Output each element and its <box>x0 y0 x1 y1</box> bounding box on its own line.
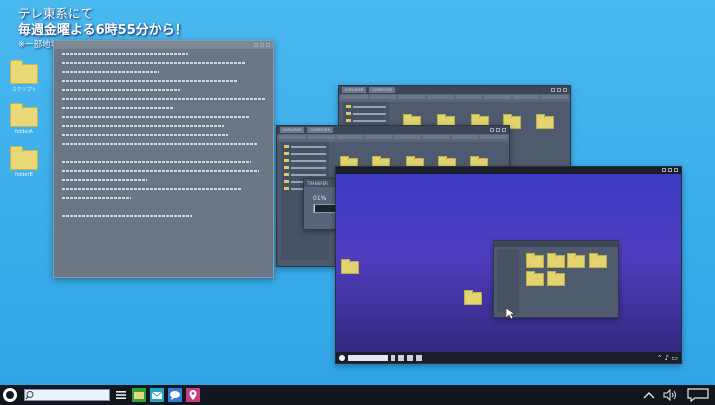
remote-desktop-window[interactable]: ⌃ ♪ ▭ <box>335 166 682 364</box>
sidebar-item[interactable] <box>284 158 326 163</box>
folder-icon <box>547 253 565 268</box>
maximize-icon[interactable] <box>260 43 264 47</box>
folder-icon <box>341 259 359 274</box>
sidebar-item[interactable] <box>284 151 326 156</box>
inner-start-icon[interactable] <box>339 354 345 361</box>
folder-item[interactable] <box>535 114 555 129</box>
text-document-window[interactable] <box>53 40 274 278</box>
inner-file-window[interactable] <box>493 240 619 318</box>
inner-chat-icon[interactable] <box>416 354 422 361</box>
desktop-icon-label: folderA <box>15 129 33 135</box>
tab-computer[interactable]: COMPUTER <box>307 127 334 133</box>
volume-icon[interactable] <box>663 389 679 401</box>
window-titlebar[interactable] <box>54 41 273 49</box>
mouse-cursor-icon <box>506 308 516 320</box>
folder-icon <box>526 253 544 268</box>
folder-icon <box>536 114 554 129</box>
taskbar <box>0 385 715 405</box>
minimize-icon[interactable] <box>254 43 258 47</box>
desktop-icon-folder-3[interactable]: folderB <box>6 146 42 178</box>
document-text-area[interactable] <box>62 53 265 271</box>
system-tray <box>643 388 709 402</box>
sidebar-item[interactable] <box>284 165 326 170</box>
desktop-icon-folder-2[interactable]: folderA <box>6 103 42 135</box>
inner-tray-icons: ⌃ ♪ ▭ <box>656 353 678 362</box>
folder-item[interactable] <box>463 290 483 305</box>
folder-icon <box>464 290 482 305</box>
inner-search-box[interactable] <box>348 354 388 361</box>
minimize-icon[interactable] <box>551 88 555 92</box>
sidebar <box>497 249 519 313</box>
folder-icon <box>10 146 38 170</box>
folder-icon <box>10 60 38 84</box>
window-toolbar <box>277 134 509 142</box>
maximize-icon[interactable] <box>557 88 561 92</box>
window-titlebar[interactable]: EXPLORER COMPUTER <box>339 86 570 94</box>
desktop-icon-folder-1[interactable]: スクリプト <box>6 60 42 93</box>
inner-mail-icon[interactable] <box>407 354 413 361</box>
folder-item[interactable] <box>546 253 566 268</box>
tab-computer[interactable]: COMPUTER <box>369 87 396 93</box>
mail-icon[interactable] <box>150 388 164 402</box>
close-icon[interactable] <box>674 168 678 172</box>
folder-item[interactable] <box>588 253 608 268</box>
desktop-icon-label: スクリプト <box>11 87 37 93</box>
folder-item[interactable] <box>525 253 545 268</box>
dialog-title: TRANSFER <box>307 180 328 186</box>
menu-icon[interactable] <box>114 388 128 402</box>
chat-icon[interactable] <box>168 388 182 402</box>
progress-percent: 01% <box>313 195 327 202</box>
inner-taskbar: ⌃ ♪ ▭ <box>336 352 681 363</box>
minimize-icon[interactable] <box>490 128 494 132</box>
close-icon[interactable] <box>266 43 270 47</box>
sidebar-item[interactable] <box>346 111 386 116</box>
minimize-icon[interactable] <box>662 168 666 172</box>
folder-item[interactable] <box>340 259 360 274</box>
window-titlebar[interactable] <box>336 167 681 174</box>
progress-fill <box>314 205 316 212</box>
sidebar-item[interactable] <box>284 144 326 149</box>
folder-icon <box>589 253 607 268</box>
caption-line2: 毎週金曜よる6時55分から！ <box>18 23 188 38</box>
folder-icon <box>567 253 585 268</box>
window-titlebar[interactable] <box>494 241 618 247</box>
folder-icon <box>526 271 544 286</box>
file-manager-icon[interactable] <box>132 388 146 402</box>
notification-icon[interactable] <box>687 388 709 402</box>
folder-item[interactable] <box>525 271 545 286</box>
map-pin-icon[interactable] <box>186 388 200 402</box>
inner-menu-icon[interactable] <box>391 354 395 361</box>
tab-explorer[interactable]: EXPLORER <box>280 127 305 133</box>
sidebar-item[interactable] <box>346 118 386 123</box>
tab-explorer[interactable]: EXPLORER <box>342 87 367 93</box>
maximize-icon[interactable] <box>668 168 672 172</box>
maximize-icon[interactable] <box>496 128 500 132</box>
chevron-up-icon[interactable] <box>643 390 655 400</box>
window-toolbar <box>339 94 570 102</box>
folder-icon <box>547 271 565 286</box>
search-icon <box>25 391 34 400</box>
folder-item[interactable] <box>546 271 566 286</box>
inner-folder-icon[interactable] <box>398 354 404 361</box>
close-icon[interactable] <box>502 128 506 132</box>
taskbar-search[interactable] <box>24 389 110 401</box>
sidebar-item[interactable] <box>284 172 326 177</box>
search-input[interactable] <box>35 392 109 398</box>
window-titlebar[interactable]: EXPLORER COMPUTER <box>277 126 509 134</box>
folder-icon <box>10 103 38 127</box>
start-button[interactable] <box>3 388 17 402</box>
close-icon[interactable] <box>563 88 567 92</box>
sidebar-item[interactable] <box>346 104 386 109</box>
desktop-icon-label: folderB <box>15 172 33 178</box>
caption-line1: テレ東系にて <box>18 6 94 21</box>
folder-item[interactable] <box>566 253 586 268</box>
